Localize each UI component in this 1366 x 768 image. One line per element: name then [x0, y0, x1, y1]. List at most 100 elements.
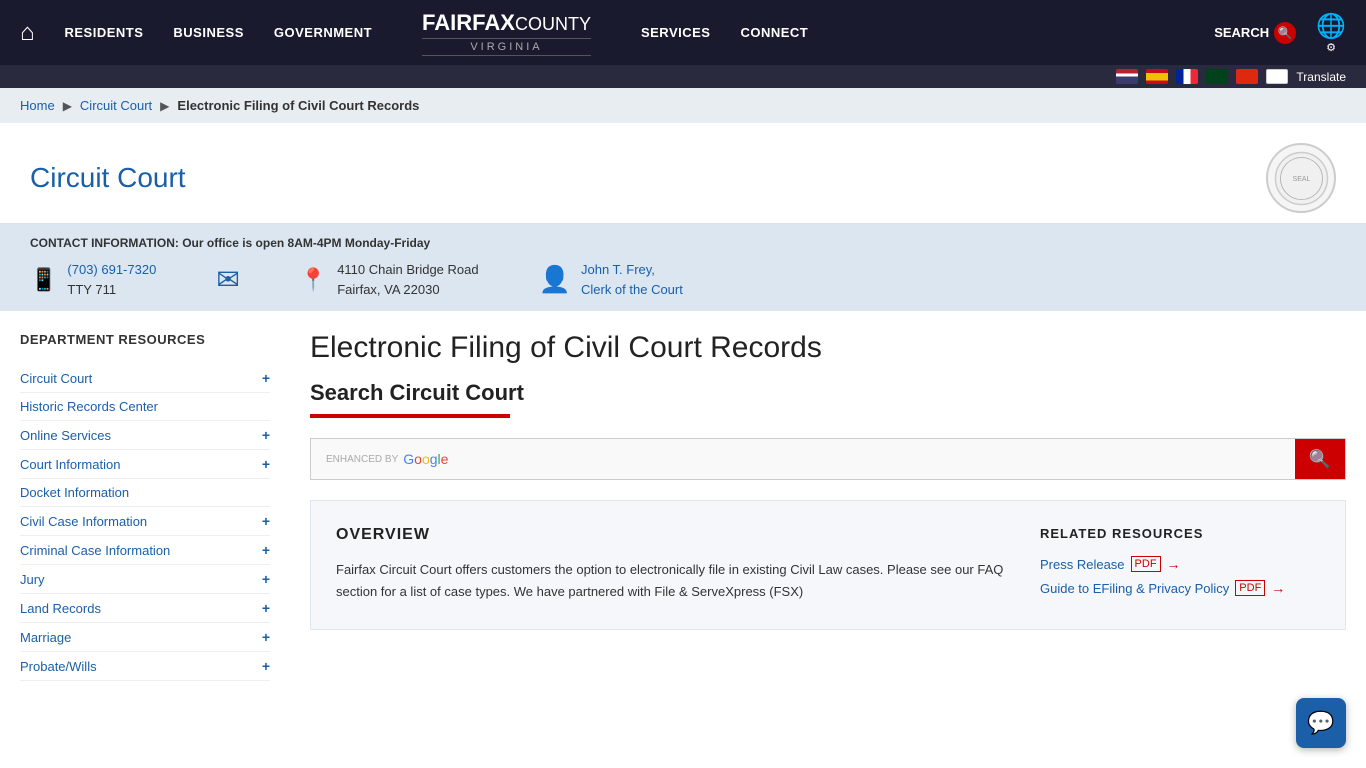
sidebar-item-probate[interactable]: Probate/Wills + [20, 652, 270, 681]
contact-bar: CONTACT INFORMATION: Our office is open … [0, 224, 1366, 311]
globe-icon: 🌐 [1316, 12, 1346, 41]
sidebar-plus-civil-case[interactable]: + [262, 513, 270, 529]
breadcrumb-home[interactable]: Home [20, 98, 55, 113]
arrow-icon-2: → [1271, 580, 1285, 596]
overview-right: RELATED RESOURCES Press Release PDF → Gu… [1040, 526, 1320, 604]
sidebar-item-historic-records[interactable]: Historic Records Center [20, 393, 270, 421]
page-header: Circuit Court SEAL [0, 123, 1366, 224]
google-logo: Google [403, 451, 448, 467]
related-title: RELATED RESOURCES [1040, 526, 1320, 541]
flag-cn[interactable] [1236, 69, 1258, 84]
sidebar-item-docket-information[interactable]: Docket Information [20, 479, 270, 507]
sidebar-plus-circuit-court[interactable]: + [262, 370, 270, 386]
top-nav: ⌂ RESIDENTS BUSINESS GOVERNMENT FAIRFAXC… [0, 0, 1366, 88]
sidebar-item-civil-case[interactable]: Civil Case Information + [20, 507, 270, 536]
sidebar-item-jury[interactable]: Jury + [20, 565, 270, 594]
chat-widget[interactable]: 💬 [1296, 698, 1346, 748]
sidebar-item-marriage[interactable]: Marriage + [20, 623, 270, 652]
pdf-icon-1: PDF [1131, 556, 1161, 572]
person-icon: 👤 [539, 264, 571, 295]
translate-text[interactable]: Translate [1296, 70, 1346, 84]
flag-pk[interactable] [1206, 69, 1228, 84]
sidebar-link-marriage[interactable]: Marriage [20, 630, 71, 645]
globe-settings[interactable]: 🌐 ⚙ [1316, 12, 1346, 54]
sidebar-plus-online-services[interactable]: + [262, 427, 270, 443]
related-link-guide[interactable]: Guide to EFiling & Privacy Policy PDF → [1040, 580, 1320, 596]
o1: o [414, 451, 422, 467]
settings-icon: ⚙ [1326, 41, 1336, 54]
phone-link[interactable]: (703) 691-7320 [67, 262, 156, 277]
g2: g [430, 451, 438, 467]
sidebar-item-court-information[interactable]: Court Information + [20, 450, 270, 479]
nav-right: SEARCH 🔍 🌐 ⚙ [1214, 12, 1346, 54]
sidebar-link-historic-records[interactable]: Historic Records Center [20, 399, 158, 414]
clerk-title[interactable]: Clerk of the Court [581, 282, 683, 297]
sidebar-link-circuit-court[interactable]: Circuit Court [20, 371, 92, 386]
search-label: SEARCH [1214, 25, 1269, 40]
breadcrumb: Home ▶ Circuit Court ▶ Electronic Filing… [0, 88, 1366, 123]
sidebar-plus-jury[interactable]: + [262, 571, 270, 587]
sidebar-link-docket-information[interactable]: Docket Information [20, 485, 129, 500]
nav-services[interactable]: SERVICES [641, 25, 711, 40]
breadcrumb-circuit-court[interactable]: Circuit Court [80, 98, 152, 113]
search-nav[interactable]: SEARCH 🔍 [1214, 22, 1296, 44]
overview-box: OVERVIEW Fairfax Circuit Court offers cu… [310, 500, 1346, 630]
flag-es[interactable] [1146, 69, 1168, 84]
flag-us[interactable] [1116, 69, 1138, 84]
contact-items: 📱 (703) 691-7320 TTY 711 ✉ 📍 4110 Chain … [30, 260, 1336, 299]
email-icon[interactable]: ✉ [216, 263, 239, 296]
nav-business[interactable]: BUSINESS [173, 25, 243, 40]
sidebar-link-land-records[interactable]: Land Records [20, 601, 101, 616]
sidebar-item-circuit-court[interactable]: Circuit Court + [20, 364, 270, 393]
sidebar-link-criminal-case[interactable]: Criminal Case Information [20, 543, 170, 558]
arrow-icon-1: → [1167, 556, 1181, 572]
related-link-press-release[interactable]: Press Release PDF → [1040, 556, 1320, 572]
contact-info-label: CONTACT INFORMATION: Our office is open … [30, 236, 1336, 250]
search-input-area: ENHANCED BY Google [311, 439, 1295, 479]
sidebar-plus-court-information[interactable]: + [262, 456, 270, 472]
contact-address: 📍 4110 Chain Bridge Road Fairfax, VA 220… [300, 260, 479, 299]
sidebar-item-online-services[interactable]: Online Services + [20, 421, 270, 450]
sidebar-title: DEPARTMENT RESOURCES [20, 331, 270, 349]
sidebar-item-land-records[interactable]: Land Records + [20, 594, 270, 623]
sidebar-link-civil-case[interactable]: Civil Case Information [20, 514, 147, 529]
sidebar-link-probate[interactable]: Probate/Wills [20, 659, 97, 674]
breadcrumb-sep2: ▶ [160, 99, 169, 113]
nav-residents[interactable]: RESIDENTS [65, 25, 144, 40]
search-button[interactable]: 🔍 [1295, 439, 1345, 479]
sidebar: DEPARTMENT RESOURCES Circuit Court + His… [20, 331, 290, 681]
contact-clerk-text: John T. Frey, Clerk of the Court [581, 260, 683, 299]
flag-kr[interactable] [1266, 69, 1288, 84]
sidebar-item-criminal-case[interactable]: Criminal Case Information + [20, 536, 270, 565]
sidebar-link-jury[interactable]: Jury [20, 572, 45, 587]
sidebar-plus-criminal-case[interactable]: + [262, 542, 270, 558]
main-content: DEPARTMENT RESOURCES Circuit Court + His… [0, 311, 1366, 701]
search-box: ENHANCED BY Google 🔍 [310, 438, 1346, 480]
search-section-header: Search Circuit Court [310, 380, 1346, 406]
clerk-name[interactable]: John T. Frey, [581, 262, 655, 277]
e1: e [441, 451, 449, 467]
nav-connect[interactable]: CONNECT [740, 25, 808, 40]
sidebar-link-online-services[interactable]: Online Services [20, 428, 111, 443]
enhanced-label: ENHANCED BY [326, 454, 398, 465]
phone-icon: 📱 [30, 267, 57, 293]
nav-government[interactable]: GOVERNMENT [274, 25, 372, 40]
logo-county: COUNTY [515, 14, 591, 34]
sidebar-plus-probate[interactable]: + [262, 658, 270, 674]
translate-bar: Translate [0, 65, 1366, 88]
sidebar-plus-land-records[interactable]: + [262, 600, 270, 616]
sidebar-plus-marriage[interactable]: + [262, 629, 270, 645]
press-release-label: Press Release [1040, 557, 1125, 572]
contact-email: ✉ [216, 263, 239, 296]
search-icon[interactable]: 🔍 [1274, 22, 1296, 44]
guide-label: Guide to EFiling & Privacy Policy [1040, 581, 1229, 596]
sidebar-link-court-information[interactable]: Court Information [20, 457, 120, 472]
breadcrumb-sep1: ▶ [63, 99, 72, 113]
home-icon[interactable]: ⌂ [20, 19, 35, 47]
contact-phone-text: (703) 691-7320 TTY 711 [67, 260, 156, 299]
flag-fr[interactable] [1176, 69, 1198, 84]
content-title: Electronic Filing of Civil Court Records [310, 331, 1346, 365]
tty-text: TTY 711 [67, 282, 116, 297]
logo-fairfax: FAIRFAX [422, 10, 515, 35]
o2: o [422, 451, 430, 467]
